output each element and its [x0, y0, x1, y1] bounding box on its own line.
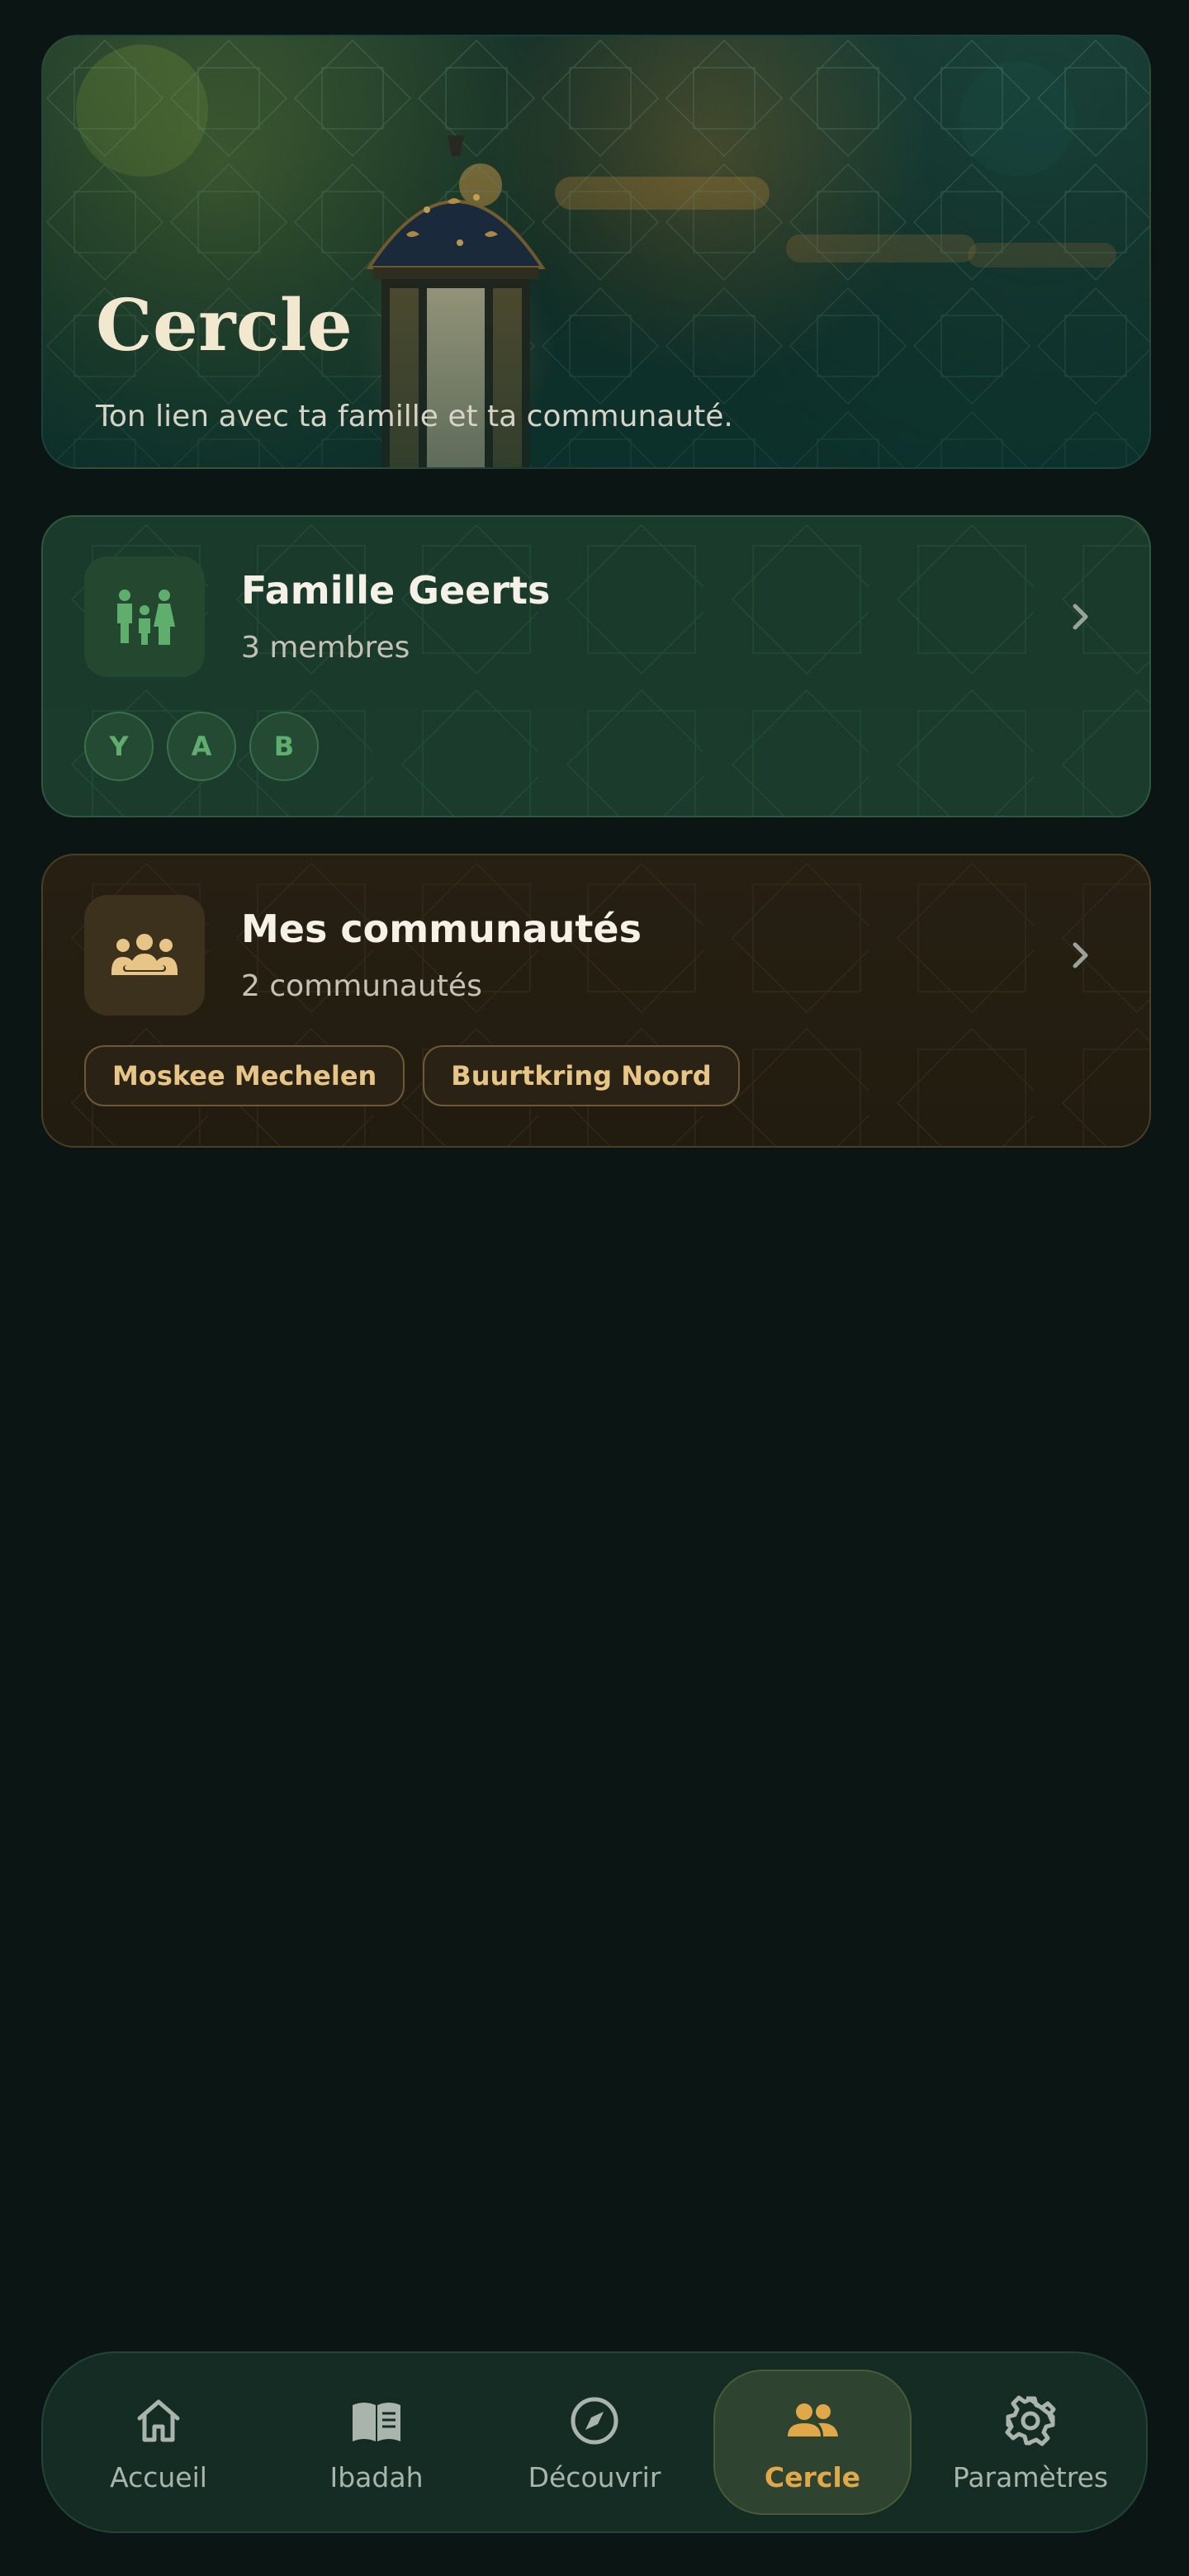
chevron-right-icon[interactable] — [1062, 936, 1100, 974]
chevron-right-icon[interactable] — [1062, 598, 1100, 636]
avatar[interactable]: A — [167, 712, 236, 781]
cercle-screen: Cercle Ton lien avec ta famille et ta co… — [0, 0, 1189, 2576]
community-icon-box — [84, 895, 205, 1016]
page-subtitle: Ton lien avec ta famille et ta communaut… — [96, 400, 733, 433]
nav-item-accueil[interactable]: Accueil — [59, 2370, 258, 2515]
community-tags: Moskee Mechelen Buurtkring Noord — [84, 1045, 740, 1106]
family-icon-box — [84, 556, 205, 677]
compass-icon — [571, 2397, 618, 2444]
nav-label: Cercle — [764, 2460, 861, 2493]
avatar[interactable]: Y — [84, 712, 154, 781]
community-icon — [111, 934, 178, 975]
family-card[interactable]: Famille Geerts 3 membres Y A B — [41, 515, 1151, 817]
community-tag[interactable]: Buurtkring Noord — [423, 1045, 740, 1106]
community-count: 2 communautés — [241, 969, 482, 1003]
avatar[interactable]: B — [249, 712, 319, 781]
family-name: Famille Geerts — [241, 568, 551, 613]
nav-label: Paramètres — [952, 2460, 1109, 2493]
member-avatars: Y A B — [84, 712, 319, 781]
nav-item-parametres[interactable]: Paramètres — [931, 2370, 1130, 2515]
nav-item-ibadah[interactable]: Ibadah — [277, 2370, 476, 2515]
book-icon — [353, 2402, 400, 2441]
community-card[interactable]: Mes communautés 2 communautés Moskee Mec… — [41, 854, 1151, 1148]
nav-label: Ibadah — [329, 2460, 424, 2493]
bottom-navigation: Accueil Ibadah Découvrir Cercle Paramètr… — [41, 2351, 1148, 2533]
gear-icon — [1005, 2395, 1056, 2446]
hero-banner: Cercle Ton lien avec ta famille et ta co… — [41, 35, 1151, 469]
nav-item-cercle[interactable]: Cercle — [713, 2370, 912, 2515]
nav-label: Accueil — [110, 2460, 207, 2493]
page-title: Cercle — [96, 284, 353, 367]
nav-label: Découvrir — [528, 2460, 661, 2493]
communities-title: Mes communautés — [241, 907, 642, 951]
people-icon — [788, 2403, 838, 2436]
home-icon — [137, 2399, 180, 2441]
nav-item-decouvrir[interactable]: Découvrir — [495, 2370, 694, 2515]
community-tag[interactable]: Moskee Mechelen — [84, 1045, 405, 1106]
family-icon — [117, 590, 175, 645]
family-member-count: 3 membres — [241, 631, 410, 665]
